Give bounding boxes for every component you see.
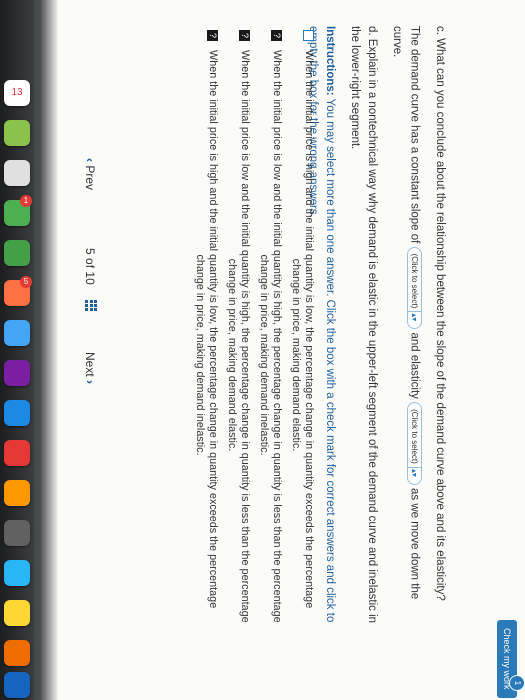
settings-icon[interactable]	[4, 520, 30, 546]
assignment-page: Check my work 1 c. What can you conclude…	[58, 0, 525, 700]
elasticity-select[interactable]: (Click to select) ▴▾	[407, 402, 422, 485]
page-of: of	[83, 258, 97, 269]
pagination-bar: ‹ Prev 5 of 10 Next ›	[73, 0, 103, 700]
notification-badge: 5	[20, 276, 32, 288]
photos-icon[interactable]	[4, 120, 30, 146]
answer-text-cont: change in price, making demand inelastic…	[194, 254, 206, 456]
answer-text: When the initial price is high and the i…	[207, 50, 219, 609]
chrome-icon[interactable]	[4, 600, 30, 626]
notification-badge: 1	[20, 195, 32, 207]
page-total: 10	[83, 271, 97, 285]
answer-option-3[interactable]: ? When the initial price is low and the …	[225, 30, 251, 660]
checkbox-unknown-icon[interactable]: ?	[239, 30, 250, 41]
answer-option-1[interactable]: When the initial price is high and the i…	[289, 30, 315, 660]
page-current: 5	[83, 248, 97, 255]
question-block: c. What can you conclude about the relat…	[303, 26, 447, 676]
next-button[interactable]: Next ›	[83, 352, 97, 384]
slope-select-value: (Click to select)	[410, 253, 419, 309]
checkbox-unknown-icon[interactable]: ?	[271, 30, 282, 41]
answer-option-4[interactable]: ? When the initial price is high and the…	[193, 30, 219, 660]
instructions-text: You may select more than one answer. Cli…	[324, 98, 337, 623]
office-icon[interactable]	[4, 440, 30, 466]
elasticity-select-value: (Click to select)	[410, 409, 419, 464]
answer-text: When the initial price is low and the in…	[239, 50, 251, 623]
calendar-icon[interactable]: 13	[4, 80, 30, 106]
answer-text: When the initial price is high and the i…	[303, 50, 315, 609]
answer-text-cont: change in price, making demand elastic.	[226, 258, 238, 452]
answer-end: curve.	[391, 26, 404, 58]
chevron-left-icon: ‹	[83, 158, 97, 162]
checkbox-unknown-icon[interactable]: ?	[207, 30, 218, 41]
mail-icon[interactable]	[4, 400, 30, 426]
chevron-right-icon: ›	[83, 380, 97, 385]
instructions-label: Instructions:	[324, 26, 337, 96]
answer-text: When the initial price is low and the in…	[271, 50, 283, 623]
answer-text-cont: change in price, making demand inelastic…	[258, 254, 270, 456]
word-icon[interactable]	[4, 672, 30, 698]
part-d-prompt-cont: the lower-right segment.	[349, 26, 362, 150]
select-arrow-icon: ▴▾	[407, 466, 421, 478]
pages-icon[interactable]	[4, 480, 30, 506]
dock: 13 1 5	[0, 0, 34, 700]
screen: 13 1 5 Check my work 1 c. What can you c…	[0, 0, 525, 700]
check-count-badge: 1	[509, 675, 525, 691]
checkbox-empty[interactable]	[303, 30, 314, 41]
instructions: Instructions: You may select more than o…	[322, 26, 337, 676]
page-indicator: 5 of 10	[83, 248, 97, 285]
facetime-icon[interactable]	[4, 240, 30, 266]
select-arrow-icon: ▴▾	[407, 311, 421, 323]
answer-prefix: The demand curve has a constant slope of	[408, 26, 421, 244]
prev-label: Prev	[83, 165, 97, 191]
slope-select[interactable]: (Click to select) ▴▾	[407, 246, 422, 330]
part-c-answer: The demand curve has a constant slope of…	[406, 26, 422, 676]
answer-options: When the initial price is high and the i…	[187, 30, 315, 660]
next-label: Next	[83, 352, 97, 377]
answer-suffix: as we move down the	[408, 488, 421, 600]
part-d-prompt: d. Explain in a nontechnical way why dem…	[366, 26, 379, 624]
app-store-icon[interactable]	[4, 560, 30, 586]
answer-option-2[interactable]: ? When the initial price is low and the …	[257, 30, 283, 660]
finder-icon[interactable]	[4, 320, 30, 346]
part-c-prompt: c. What can you conclude about the relat…	[434, 26, 446, 601]
contacts-icon[interactable]	[4, 160, 30, 186]
slack-icon[interactable]	[4, 360, 30, 386]
question-grid-icon[interactable]	[85, 300, 97, 312]
prev-button[interactable]: ‹ Prev	[83, 158, 97, 190]
answer-text-cont: change in price, making demand elastic.	[290, 258, 302, 452]
answer-mid: and elasticity	[408, 332, 421, 399]
powerpoint-icon[interactable]	[4, 640, 30, 666]
